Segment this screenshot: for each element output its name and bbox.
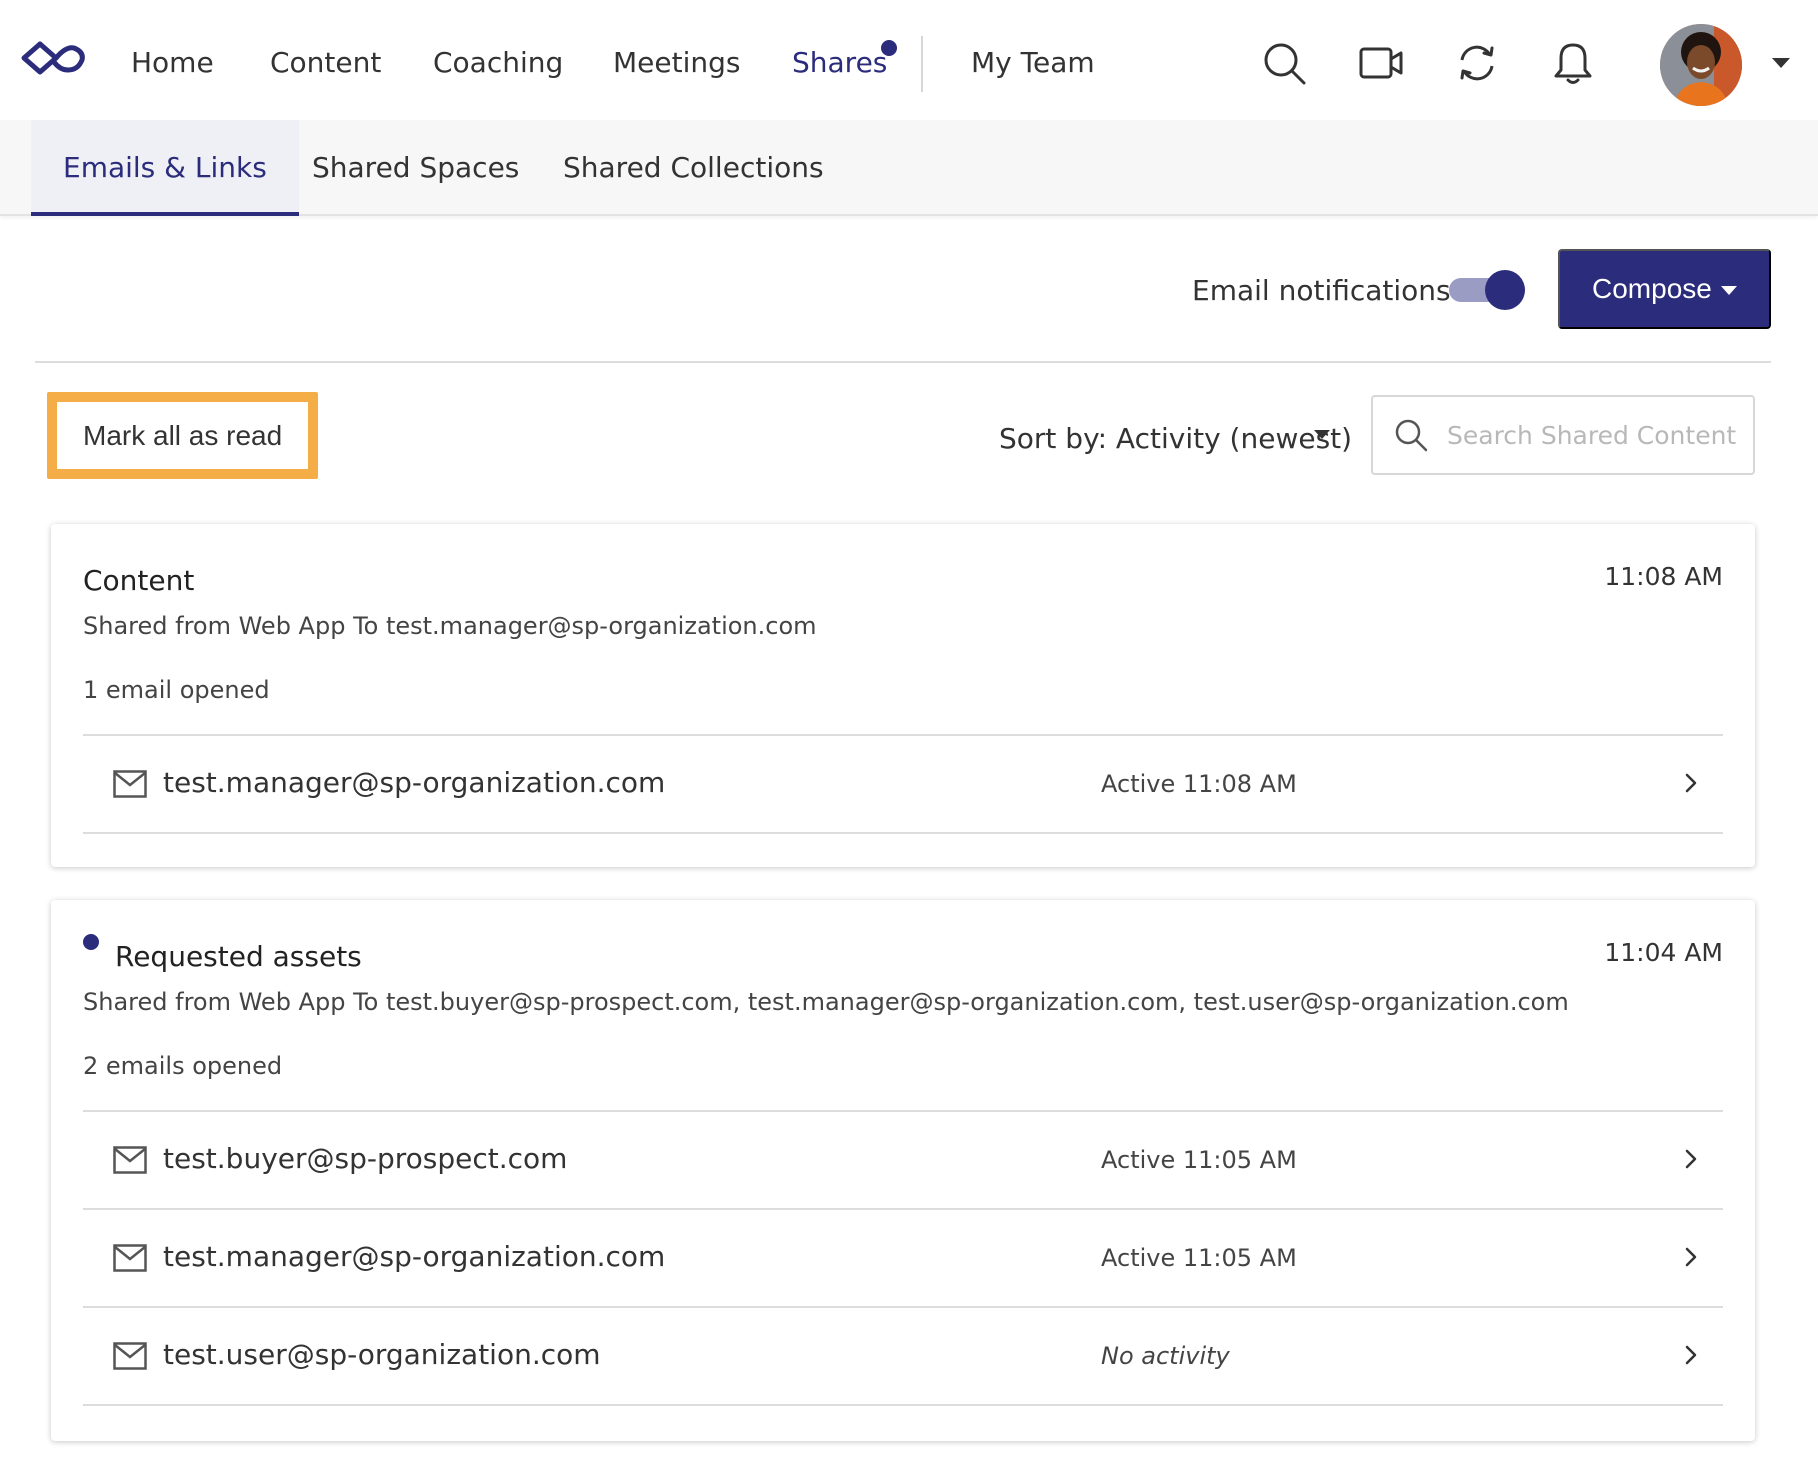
nav-home[interactable]: Home bbox=[131, 46, 214, 79]
nav-content[interactable]: Content bbox=[270, 46, 381, 79]
brand-logo-icon[interactable] bbox=[18, 40, 86, 76]
recipient-status: No activity bbox=[1101, 1342, 1230, 1370]
recipient-row[interactable]: test.user@sp-organization.com No activit… bbox=[83, 1306, 1723, 1406]
compose-button[interactable]: Compose bbox=[1558, 249, 1771, 329]
card-time: 11:04 AM bbox=[1604, 938, 1723, 967]
search-icon[interactable] bbox=[1261, 40, 1307, 86]
nav-coaching[interactable]: Coaching bbox=[433, 46, 563, 79]
top-navigation: Home Content Coaching Meetings Shares My… bbox=[0, 0, 1818, 120]
envelope-icon bbox=[113, 770, 147, 798]
shares-subtabs: Emails & Links Shared Spaces Shared Coll… bbox=[0, 120, 1818, 216]
nav-divider bbox=[921, 36, 923, 92]
shares-unread-dot bbox=[881, 40, 897, 56]
envelope-icon bbox=[113, 1342, 147, 1370]
nav-my-team[interactable]: My Team bbox=[971, 46, 1095, 79]
card-time: 11:08 AM bbox=[1604, 562, 1723, 591]
avatar-portrait-icon bbox=[1660, 24, 1742, 106]
user-avatar[interactable] bbox=[1660, 24, 1742, 106]
recipient-email: test.buyer@sp-prospect.com bbox=[163, 1142, 568, 1175]
chevron-right-icon[interactable] bbox=[1683, 1344, 1699, 1366]
card-title: Requested assets bbox=[115, 940, 362, 973]
tab-shared-collections[interactable]: Shared Collections bbox=[563, 120, 824, 216]
recipient-email: test.user@sp-organization.com bbox=[163, 1338, 601, 1371]
tab-shared-spaces[interactable]: Shared Spaces bbox=[312, 120, 519, 216]
sort-dropdown[interactable]: Sort by: Activity (newest) bbox=[999, 422, 1352, 455]
video-icon[interactable] bbox=[1358, 40, 1404, 86]
chevron-right-icon[interactable] bbox=[1683, 772, 1699, 794]
card-shared-line: Shared from Web App To test.manager@sp-o… bbox=[83, 612, 817, 640]
sort-caret-icon[interactable] bbox=[1314, 430, 1330, 439]
recipient-row[interactable]: test.manager@sp-organization.com Active … bbox=[83, 734, 1723, 834]
card-opened-summary: 1 email opened bbox=[83, 676, 270, 704]
recipient-status: Active 11:05 AM bbox=[1101, 1146, 1297, 1174]
chevron-right-icon[interactable] bbox=[1683, 1148, 1699, 1170]
recipient-row[interactable]: test.buyer@sp-prospect.com Active 11:05 … bbox=[83, 1110, 1723, 1208]
recipient-email: test.manager@sp-organization.com bbox=[163, 766, 666, 799]
card-title: Content bbox=[83, 564, 195, 597]
recipient-email: test.manager@sp-organization.com bbox=[163, 1240, 666, 1273]
envelope-icon bbox=[113, 1146, 147, 1174]
tab-emails-links[interactable]: Emails & Links bbox=[31, 120, 299, 216]
sync-icon[interactable] bbox=[1454, 40, 1500, 86]
recipient-row[interactable]: test.manager@sp-organization.com Active … bbox=[83, 1208, 1723, 1306]
search-input[interactable] bbox=[1447, 415, 1743, 455]
compose-label: Compose bbox=[1592, 273, 1712, 304]
card-shared-line: Shared from Web App To test.buyer@sp-pro… bbox=[83, 988, 1569, 1016]
compose-caret-icon bbox=[1721, 286, 1737, 295]
email-notifications-toggle[interactable] bbox=[1449, 270, 1525, 310]
nav-meetings[interactable]: Meetings bbox=[613, 46, 740, 79]
chevron-right-icon[interactable] bbox=[1683, 1246, 1699, 1268]
share-card-requested-assets[interactable]: Requested assets 11:04 AM Shared from We… bbox=[51, 900, 1755, 1441]
mark-all-read-button[interactable]: Mark all as read bbox=[47, 392, 318, 479]
account-dropdown-caret-icon[interactable] bbox=[1772, 58, 1790, 68]
divider bbox=[35, 361, 1771, 363]
bell-icon[interactable] bbox=[1550, 40, 1596, 86]
email-notifications-label: Email notifications bbox=[1192, 274, 1451, 307]
unread-dot bbox=[83, 934, 99, 950]
nav-shares[interactable]: Shares bbox=[792, 46, 887, 79]
search-box[interactable] bbox=[1371, 395, 1755, 475]
toggle-knob bbox=[1485, 270, 1525, 310]
envelope-icon bbox=[113, 1244, 147, 1272]
card-opened-summary: 2 emails opened bbox=[83, 1052, 283, 1080]
search-icon bbox=[1395, 419, 1428, 452]
share-card-content[interactable]: Content 11:08 AM Shared from Web App To … bbox=[51, 524, 1755, 867]
recipient-status: Active 11:08 AM bbox=[1101, 770, 1297, 798]
recipient-status: Active 11:05 AM bbox=[1101, 1244, 1297, 1272]
